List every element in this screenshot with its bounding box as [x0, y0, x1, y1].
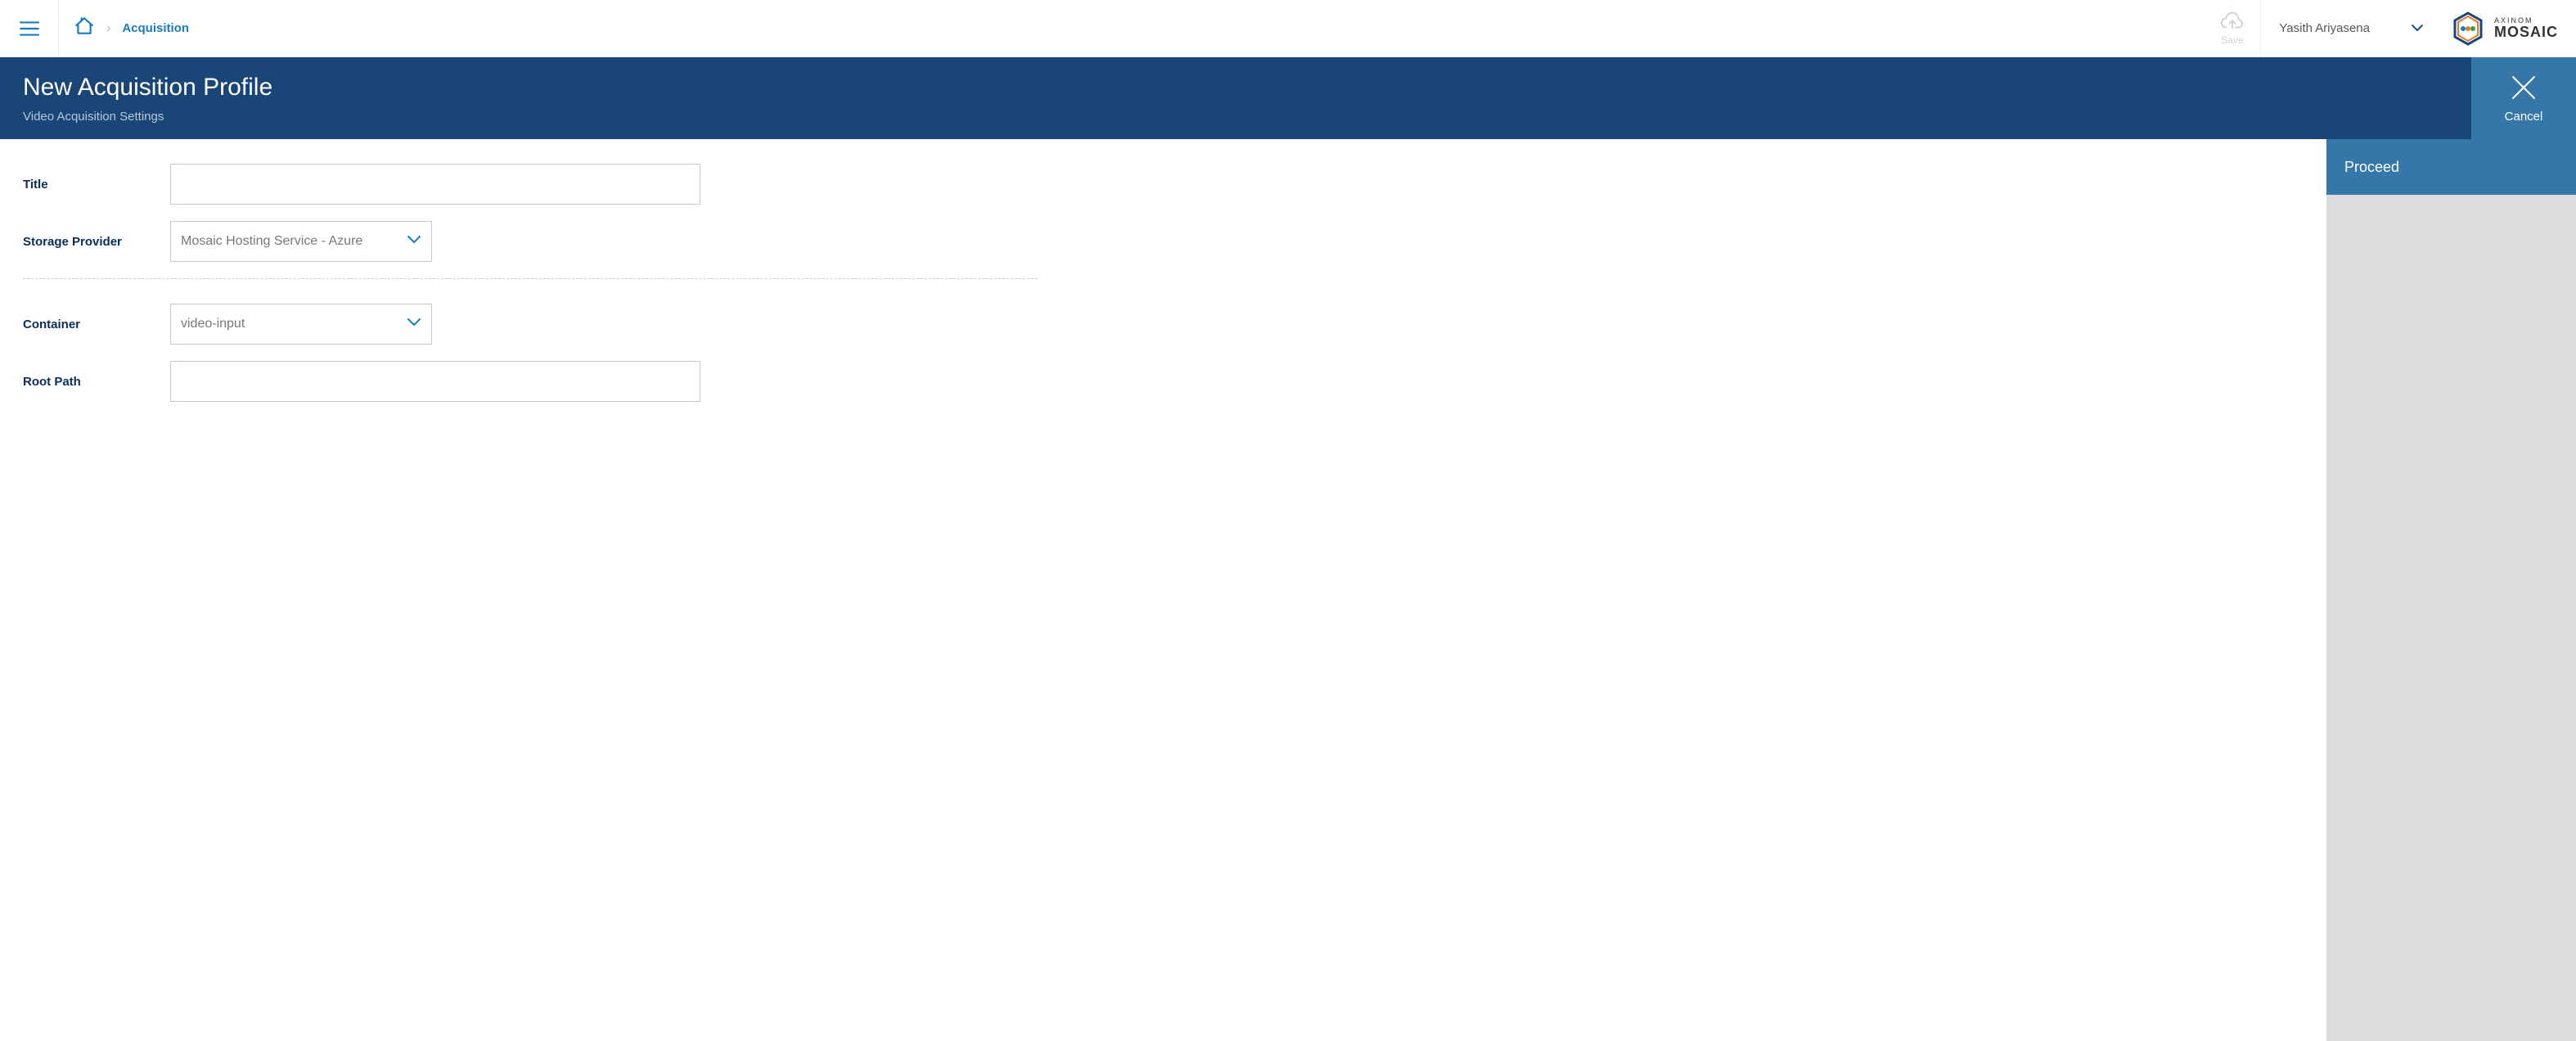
cloud-upload-icon — [2220, 11, 2245, 33]
right-panel: Proceed — [2326, 139, 2576, 1041]
form-area: Title Storage Provider Mosaic Hosting Se… — [0, 139, 2326, 1041]
breadcrumb-acquisition[interactable]: Acquisition — [122, 21, 189, 35]
breadcrumb: › Acquisition — [59, 16, 189, 41]
row-container: Container video-input — [23, 304, 1038, 345]
proceed-button[interactable]: Proceed — [2326, 139, 2576, 195]
chevron-down-icon — [407, 317, 421, 331]
proceed-label: Proceed — [2344, 159, 2399, 176]
row-root-path: Root Path — [23, 361, 1038, 402]
page-header: New Acquisition Profile Video Acquisitio… — [0, 57, 2576, 139]
row-storage-provider: Storage Provider Mosaic Hosting Service … — [23, 221, 1038, 262]
label-storage-provider: Storage Provider — [23, 235, 170, 249]
brand-logo[interactable]: AXINOM MOSAIC — [2442, 0, 2576, 56]
title-input[interactable] — [170, 164, 700, 205]
cancel-label: Cancel — [2505, 110, 2543, 124]
save-label: Save — [2221, 34, 2243, 46]
page-title: New Acquisition Profile — [23, 74, 2448, 101]
page-subtitle: Video Acquisition Settings — [23, 110, 2448, 124]
chevron-right-icon: › — [106, 21, 110, 36]
label-container: Container — [23, 318, 170, 331]
home-link[interactable] — [74, 16, 95, 41]
chevron-down-icon — [2411, 21, 2424, 35]
brand-text: AXINOM MOSAIC — [2494, 17, 2558, 39]
top-bar: › Acquisition Save Yasith Ariyasena — [0, 0, 2576, 57]
hamburger-menu-button[interactable] — [0, 0, 59, 57]
hamburger-icon — [19, 20, 40, 38]
container-value: video-input — [181, 317, 245, 331]
topbar-right: Save Yasith Ariyasena AXINOM MOSAIC — [2204, 0, 2576, 56]
mosaic-logo-icon — [2450, 11, 2486, 47]
brand-main: MOSAIC — [2494, 25, 2558, 39]
storage-provider-select[interactable]: Mosaic Hosting Service - Azure — [170, 221, 432, 262]
user-menu[interactable]: Yasith Ariyasena — [2261, 0, 2442, 56]
storage-provider-value: Mosaic Hosting Service - Azure — [181, 234, 363, 249]
label-root-path: Root Path — [23, 375, 170, 389]
save-button: Save — [2204, 0, 2261, 56]
label-title: Title — [23, 178, 170, 192]
chevron-down-icon — [407, 234, 421, 249]
container-select[interactable]: video-input — [170, 304, 432, 345]
home-icon — [74, 16, 95, 37]
user-name: Yasith Ariyasena — [2279, 21, 2370, 35]
section-divider — [23, 278, 1038, 279]
row-title: Title — [23, 164, 1038, 205]
root-path-input[interactable] — [170, 361, 700, 402]
cancel-button[interactable]: Cancel — [2471, 57, 2576, 139]
page-header-main: New Acquisition Profile Video Acquisitio… — [0, 57, 2471, 139]
content-area: Title Storage Provider Mosaic Hosting Se… — [0, 139, 2576, 1041]
close-icon — [2510, 74, 2538, 101]
